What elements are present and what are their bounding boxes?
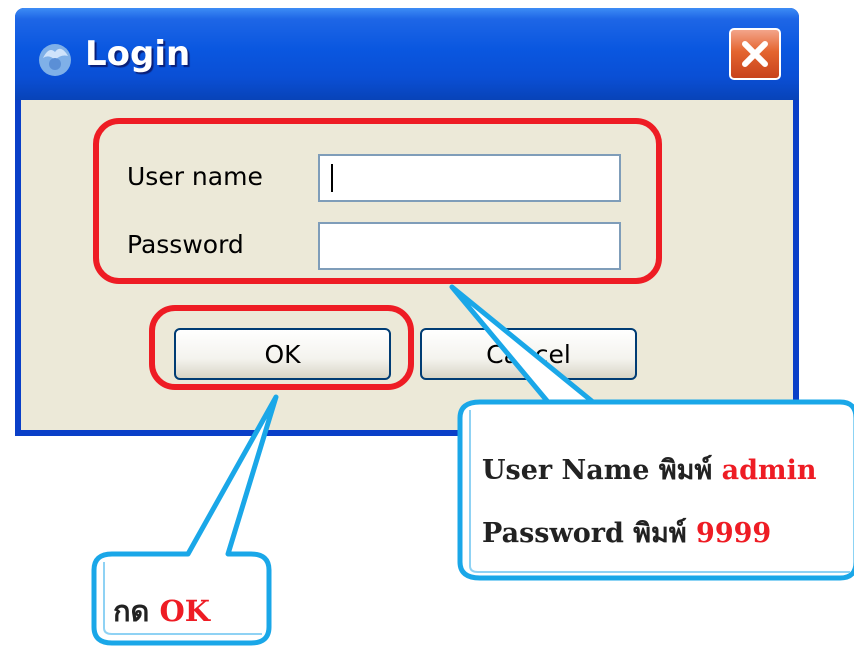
credentials-callout-line-2: Password พิมพ์ 9999 <box>482 511 771 554</box>
ok-value-hint: OK <box>159 594 210 628</box>
credentials-callout-line-1: User Name พิมพ์ admin <box>482 448 817 491</box>
password-instruction: Password พิมพ์ <box>482 518 687 549</box>
username-value-hint: admin <box>721 455 817 486</box>
ok-callout-text: กด OK <box>113 588 210 634</box>
ok-instruction: กด <box>113 594 150 628</box>
username-instruction: User Name พิมพ์ <box>482 455 713 486</box>
password-value-hint: 9999 <box>696 518 772 549</box>
